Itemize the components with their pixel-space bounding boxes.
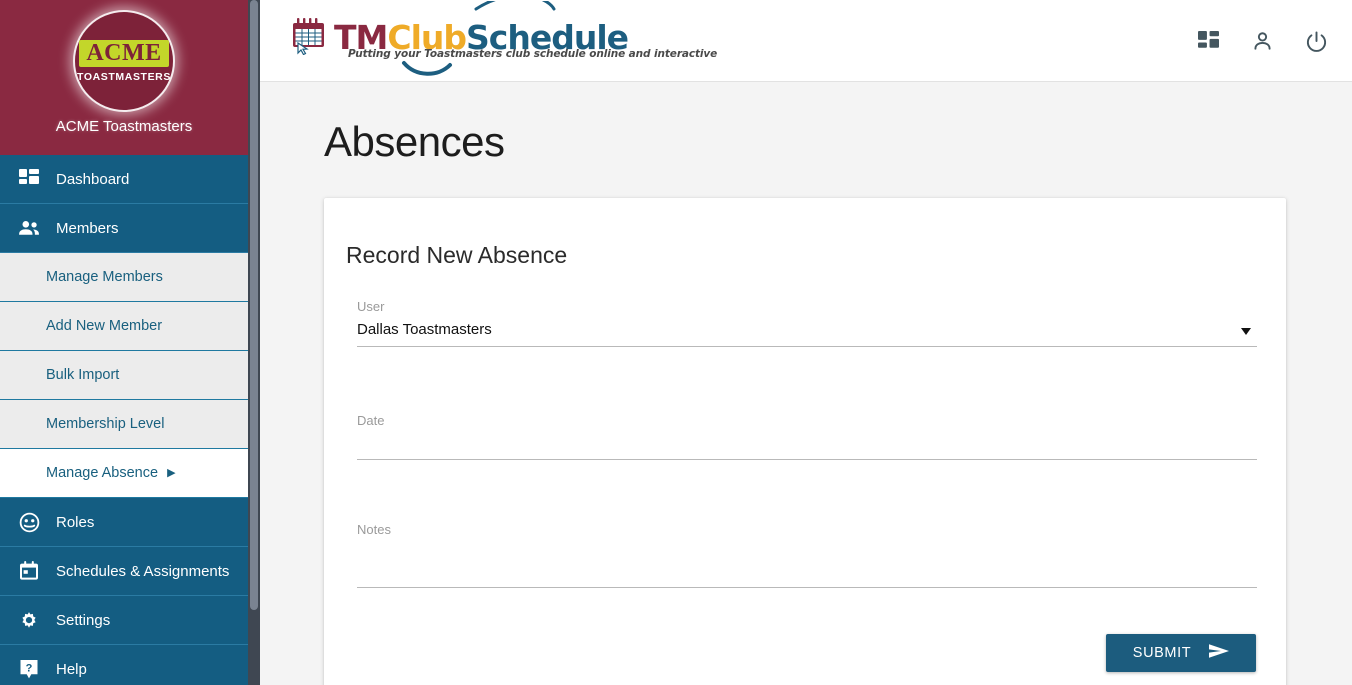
club-logo-sub-text: TOASTMASTERS [77,70,171,83]
sidebar-item-members[interactable]: Members [0,204,248,253]
topbar-actions [1194,0,1334,82]
app-logo[interactable]: TM Club Schedule Putting your Toastmaste… [278,0,717,81]
user-field-label: User [357,299,385,314]
form-actions: SUBMIT [346,634,1256,672]
sidebar-subitem-label: Manage Absence [46,465,159,481]
people-icon [18,217,40,239]
sidebar-subitem-membership-level[interactable]: Membership Level [0,400,248,449]
club-logo-mark: ACME [79,39,169,67]
question-badge-icon: ? [18,658,40,680]
page-title: Absences [324,118,505,165]
sidebar-item-label: Help [56,660,87,678]
card-title: Record New Absence [346,242,568,268]
record-absence-card: Record New Absence User Dallas Toastmast… [324,198,1286,685]
sidebar-item-dashboard[interactable]: Dashboard [0,155,248,204]
page-content: Absences Record New Absence User Dallas … [260,82,1352,685]
club-name-label: ACME Toastmasters [55,118,193,135]
sidebar-item-schedules-assignments[interactable]: Schedules & Assignments [0,547,248,596]
dashboard-grid-icon [18,168,40,190]
sidebar-scrollbar[interactable] [248,0,260,685]
sidebar-item-help[interactable]: ? Help [0,645,248,685]
user-select-value[interactable]: Dallas Toastmasters [357,321,1257,347]
sidebar-item-settings[interactable]: Settings [0,596,248,645]
face-circle-icon [18,511,40,533]
gear-icon [18,609,40,631]
sidebar-item-label: Dashboard [56,170,130,188]
sidebar-subitem-label: Bulk Import [46,367,120,383]
date-field-label: Date [357,413,385,428]
submit-button-label: SUBMIT [1132,645,1192,661]
notes-field[interactable]: Notes [357,522,1257,588]
main-area: TM Club Schedule Putting your Toastmaste… [260,0,1352,685]
dashboard-grid-icon[interactable] [1194,27,1222,55]
sidebar-subitem-manage-members[interactable]: Manage Members [0,253,248,302]
power-logout-icon[interactable] [1302,27,1330,55]
notes-field-label: Notes [357,522,391,537]
notes-input[interactable] [357,544,1257,588]
chevron-down-icon[interactable] [1241,328,1251,335]
chevron-right-icon: ▶ [167,466,176,479]
calendar-logo-icon [290,15,330,55]
calendar-icon [18,560,40,582]
sidebar-subitem-label: Add New Member [46,318,163,334]
sidebar-subitem-label: Membership Level [46,416,165,432]
sidebar-subitem-bulk-import[interactable]: Bulk Import [0,351,248,400]
sidebar-scroll-content: ACME TOASTMASTERS ACME Toastmasters Dash [0,0,248,685]
sidebar-item-label: Schedules & Assignments [56,562,230,580]
sidebar-subitem-add-new-member[interactable]: Add New Member [0,302,248,351]
sidebar-brand: ACME TOASTMASTERS ACME Toastmasters [0,0,248,155]
sidebar-subitem-label: Manage Members [46,269,163,285]
sidebar-scrollbar-thumb[interactable] [250,0,258,610]
sidebar-item-roles[interactable]: Roles [0,498,248,547]
club-logo-mark-text: ACME [86,39,162,66]
submit-button[interactable]: SUBMIT [1106,634,1256,672]
app-root: ACME TOASTMASTERS ACME Toastmasters Dash [0,0,1352,685]
sidebar-item-label: Roles [56,513,95,531]
sidebar-item-label: Settings [56,611,111,629]
topbar: TM Club Schedule Putting your Toastmaste… [260,0,1352,82]
sidebar-subitem-manage-absence[interactable]: Manage Absence ▶ [0,449,248,498]
svg-text:?: ? [26,662,33,674]
account-person-icon[interactable] [1248,27,1276,55]
sidebar: ACME TOASTMASTERS ACME Toastmasters Dash [0,0,260,685]
user-select-field[interactable]: User Dallas Toastmasters [357,299,1257,347]
send-icon [1209,643,1230,663]
logo-tagline: Putting your Toastmasters club schedule … [348,47,718,60]
date-field[interactable]: Date [357,413,1257,460]
club-logo: ACME TOASTMASTERS [75,12,173,110]
date-input[interactable] [357,435,1257,460]
sidebar-item-label: Members [56,219,119,237]
